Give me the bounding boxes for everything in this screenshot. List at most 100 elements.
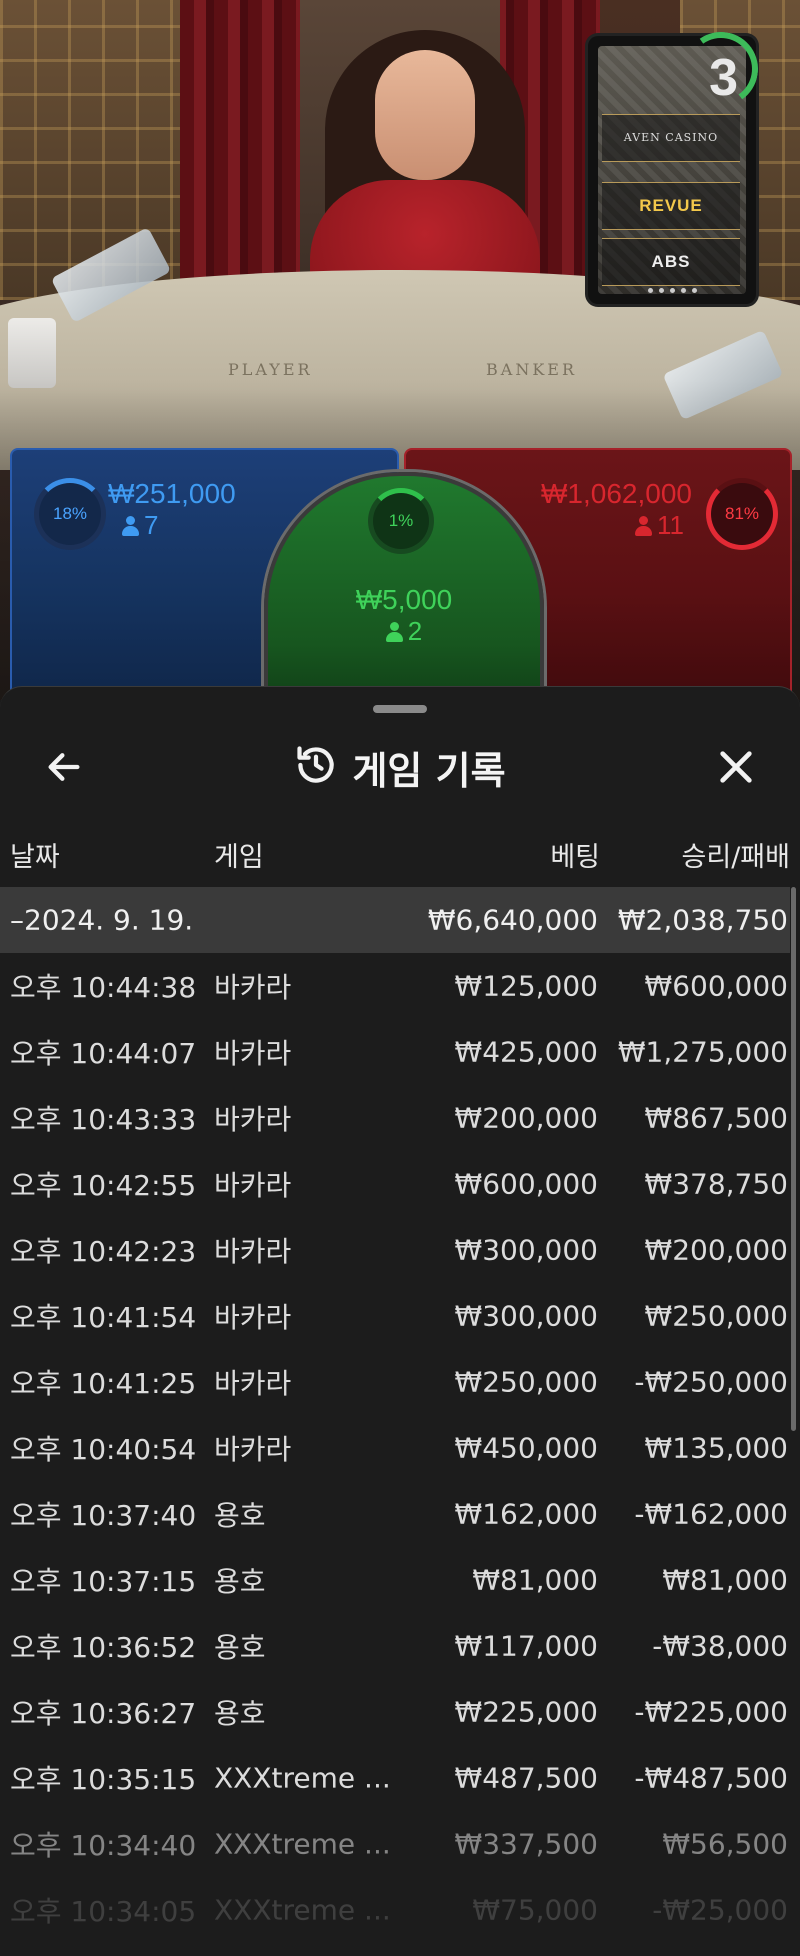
row-win-loss: -₩162,000 (634, 1497, 788, 1531)
table-row[interactable]: 오후 10:34:05 XXXtreme ... ₩75,000 -₩25,000 (0, 1877, 790, 1943)
row-time: 오후 10:34:40 (10, 1829, 197, 1862)
row-bet: ₩200,000 (454, 1101, 598, 1135)
table-row[interactable]: 오후 10:37:40 용호 ₩162,000 -₩162,000 (0, 1481, 790, 1547)
table-label-player: PLAYER (228, 360, 313, 379)
table-row[interactable]: 오후 10:41:54 바카라 ₩300,000 ₩250,000 (0, 1283, 790, 1349)
row-time: 오후 10:40:54 (10, 1433, 197, 1466)
table-row[interactable]: 오후 10:44:07 바카라 ₩425,000 ₩1,275,000 (0, 1019, 790, 1085)
close-icon (720, 751, 752, 783)
tie-bettor-count: 2 (268, 616, 540, 647)
table-row[interactable]: 오후 10:44:38 바카라 ₩125,000 ₩600,000 (0, 953, 790, 1019)
column-header-win-loss[interactable]: 승리/패배 (682, 835, 790, 875)
table-row[interactable]: 오후 10:42:23 바카라 ₩300,000 ₩200,000 (0, 1217, 790, 1283)
column-header-bet[interactable]: 베팅 (550, 835, 600, 875)
row-time: 오후 10:36:27 (10, 1697, 197, 1730)
table-label-banker: BANKER (486, 360, 577, 379)
tie-bet-spot[interactable]: 1% ₩5,000 2 (264, 472, 544, 720)
row-game: 바카라 (214, 1301, 292, 1334)
row-bet: ₩300,000 (454, 1299, 598, 1333)
sponsor-logo: ABS (602, 238, 740, 286)
sheet-header: 게임 기록 (0, 727, 800, 807)
row-time: 오후 10:44:07 (10, 1037, 197, 1070)
row-time: 오후 10:41:54 (10, 1301, 197, 1334)
sheet-title: 게임 기록 (352, 748, 506, 793)
summary-date: –2024. 9. 19. (10, 903, 194, 937)
row-bet: ₩487,500 (454, 1761, 598, 1795)
row-game: 바카라 (214, 1235, 292, 1268)
row-game: 바카라 (214, 1433, 292, 1466)
sponsor-logo: REVUE (602, 182, 740, 230)
table-row[interactable]: 오후 10:43:33 바카라 ₩200,000 ₩867,500 (0, 1085, 790, 1151)
row-game: 바카라 (214, 1037, 292, 1070)
round-monitor: 3 AVEN CASINO REVUE ABS (588, 26, 764, 304)
row-bet: ₩75,000 (472, 1893, 598, 1927)
table-row[interactable]: 오후 10:36:52 용호 ₩117,000 -₩38,000 (0, 1613, 790, 1679)
row-win-loss: ₩250,000 (644, 1299, 788, 1333)
row-game: 용호 (214, 1499, 266, 1532)
card-deck (8, 318, 56, 388)
row-time: 오후 10:37:15 (10, 1565, 197, 1598)
game-history-sheet: 게임 기록 날짜 게임 베팅 승리/패배 –2024. 9. 19. ₩6,64… (0, 686, 800, 1956)
tie-bet-total: ₩5,000 (355, 584, 453, 615)
table-row[interactable]: 오후 10:41:25 바카라 ₩250,000 -₩250,000 (0, 1349, 790, 1415)
row-win-loss: -₩250,000 (634, 1365, 788, 1399)
row-win-loss: ₩378,750 (644, 1167, 788, 1201)
arrow-left-icon (48, 753, 80, 781)
summary-bet: ₩6,640,000 (427, 903, 598, 937)
row-win-loss: ₩135,000 (644, 1431, 788, 1465)
sheet-drag-handle[interactable] (373, 705, 427, 713)
row-bet: ₩225,000 (454, 1695, 598, 1729)
banker-bettor-count-value: 11 (657, 510, 684, 540)
banker-bettor-count: 11 (635, 510, 684, 541)
row-win-loss: ₩56,500 (662, 1827, 788, 1861)
row-bet: ₩117,000 (454, 1629, 598, 1663)
row-time: 오후 10:43:33 (10, 1103, 197, 1136)
date-summary-row[interactable]: –2024. 9. 19. ₩6,640,000 ₩2,038,750 (0, 887, 790, 953)
person-icon (122, 515, 139, 536)
row-game: 바카라 (214, 971, 292, 1004)
column-header-date[interactable]: 날짜 (10, 835, 60, 875)
banker-percent: 81% (706, 478, 778, 550)
table-row[interactable]: 오후 10:40:54 바카라 ₩450,000 ₩135,000 (0, 1415, 790, 1481)
player-bettor-count-value: 7 (144, 510, 159, 540)
row-time: 오후 10:42:23 (10, 1235, 197, 1268)
player-bet-total: ₩251,000 (108, 478, 236, 509)
back-button[interactable] (32, 735, 96, 799)
scrollbar[interactable] (791, 887, 796, 1431)
row-bet: ₩81,000 (472, 1563, 598, 1597)
summary-win-loss: ₩2,038,750 (617, 903, 788, 937)
row-game: 바카라 (214, 1169, 292, 1202)
sponsor-logo: AVEN CASINO (602, 114, 740, 162)
row-bet: ₩425,000 (454, 1035, 598, 1069)
close-button[interactable] (704, 735, 768, 799)
row-win-loss: ₩81,000 (662, 1563, 788, 1597)
row-win-loss: ₩200,000 (644, 1233, 788, 1267)
person-icon (385, 621, 403, 642)
row-win-loss: -₩487,500 (634, 1761, 788, 1795)
table-row[interactable]: 오후 10:37:15 용호 ₩81,000 ₩81,000 (0, 1547, 790, 1613)
row-game: 바카라 (214, 1367, 292, 1400)
table-row[interactable]: 오후 10:42:55 바카라 ₩600,000 ₩378,750 (0, 1151, 790, 1217)
row-time: 오후 10:35:15 (10, 1763, 197, 1796)
row-game: 용호 (214, 1565, 266, 1598)
table-row[interactable]: 오후 10:35:15 XXXtreme ... ₩487,500 -₩487,500 (0, 1745, 790, 1811)
column-header-game[interactable]: 게임 (214, 835, 264, 875)
row-time: 오후 10:36:52 (10, 1631, 197, 1664)
row-bet: ₩450,000 (454, 1431, 598, 1465)
row-bet: ₩125,000 (454, 969, 598, 1003)
player-bettor-count: 7 (122, 510, 158, 541)
row-win-loss: ₩600,000 (644, 969, 788, 1003)
row-win-loss: ₩1,275,000 (617, 1035, 788, 1069)
row-game: 용호 (214, 1631, 266, 1664)
table-row[interactable]: 오후 10:34:40 XXXtreme ... ₩337,500 ₩56,500 (0, 1811, 790, 1877)
row-time: 오후 10:34:05 (10, 1895, 197, 1928)
history-icon (294, 743, 338, 791)
person-icon (635, 515, 652, 536)
row-time: 오후 10:37:40 (10, 1499, 197, 1532)
row-game: 바카라 (214, 1103, 292, 1136)
player-percent: 18% (34, 478, 106, 550)
banker-bet-total: ₩1,062,000 (541, 478, 692, 509)
row-bet: ₩337,500 (454, 1827, 598, 1861)
table-row[interactable]: 오후 10:36:27 용호 ₩225,000 -₩225,000 (0, 1679, 790, 1745)
row-game: XXXtreme ... (214, 1827, 391, 1861)
